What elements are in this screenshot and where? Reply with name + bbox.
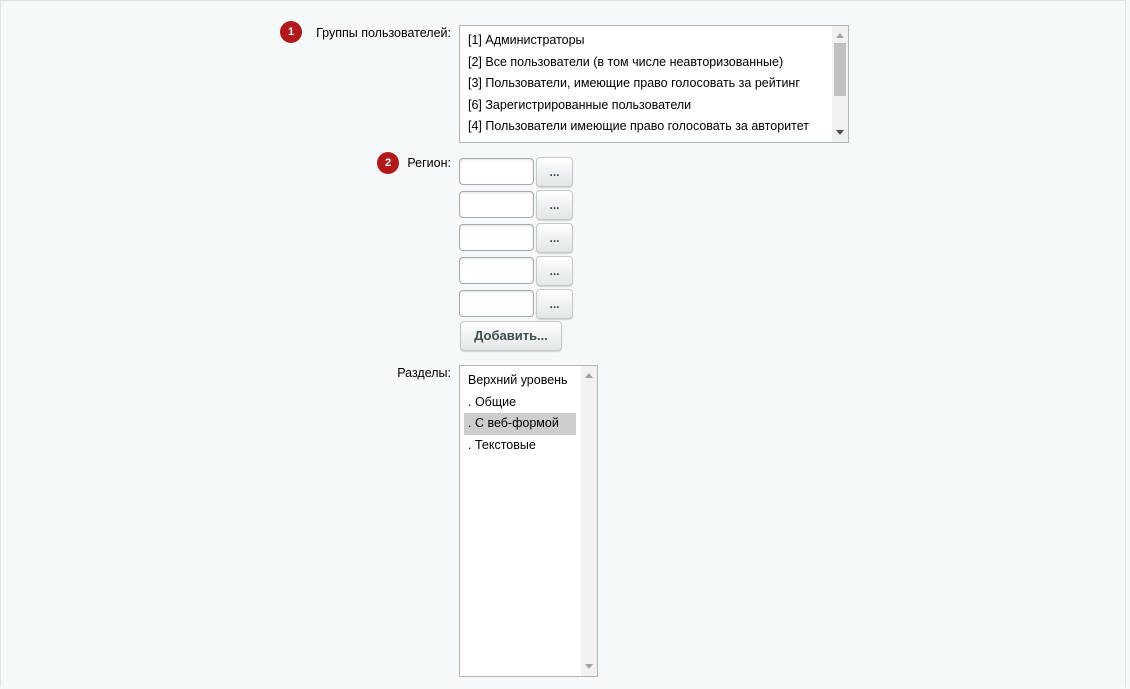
section-option-selected[interactable]: . С веб-формой xyxy=(464,413,576,435)
section-option[interactable]: Верхний уровень xyxy=(464,370,572,392)
user-group-option[interactable]: [4] Пользователи имеющие право голосоват… xyxy=(464,116,813,138)
section-option[interactable]: . Общие xyxy=(464,392,520,414)
region-input-2[interactable] xyxy=(459,191,534,218)
section-option[interactable]: . Текстовые xyxy=(464,435,540,457)
user-group-option[interactable]: [6] Зарегистрированные пользователи xyxy=(464,95,695,117)
user-group-option[interactable]: [3] Пользователи, имеющие право голосова… xyxy=(464,73,804,95)
scroll-down-arrow-icon[interactable] xyxy=(836,130,844,135)
scroll-thumb[interactable] xyxy=(834,43,846,96)
sections-scrollbar[interactable] xyxy=(581,366,597,676)
region-browse-button-1[interactable]: ... xyxy=(536,157,573,187)
region-input-5[interactable] xyxy=(459,290,534,317)
region-input-1[interactable] xyxy=(459,158,534,185)
region-browse-button-2[interactable]: ... xyxy=(536,190,573,220)
region-browse-button-4[interactable]: ... xyxy=(536,256,573,286)
user-group-option[interactable]: [2] Все пользователи (в том числе неавто… xyxy=(464,52,787,74)
scroll-up-arrow-icon[interactable] xyxy=(585,373,593,378)
user-groups-label: Группы пользователей: xyxy=(316,26,451,40)
step-badge-1: 1 xyxy=(280,21,302,43)
region-input-3[interactable] xyxy=(459,224,534,251)
region-input-4[interactable] xyxy=(459,257,534,284)
user-groups-listbox[interactable]: [1] Администраторы [2] Все пользователи … xyxy=(459,25,849,143)
user-group-option[interactable]: [1] Администраторы xyxy=(464,30,589,52)
add-region-button[interactable]: Добавить... xyxy=(460,321,562,351)
step-badge-2: 2 xyxy=(377,152,399,174)
scroll-up-arrow-icon[interactable] xyxy=(836,33,844,38)
region-browse-button-5[interactable]: ... xyxy=(536,289,573,319)
region-browse-button-3[interactable]: ... xyxy=(536,223,573,253)
user-groups-scrollbar[interactable] xyxy=(832,26,848,142)
sections-listbox[interactable]: Верхний уровень . Общие . С веб-формой .… xyxy=(459,365,598,677)
scroll-down-arrow-icon[interactable] xyxy=(585,664,593,669)
sections-label: Разделы: xyxy=(397,366,451,380)
region-label: Регион: xyxy=(407,156,451,170)
